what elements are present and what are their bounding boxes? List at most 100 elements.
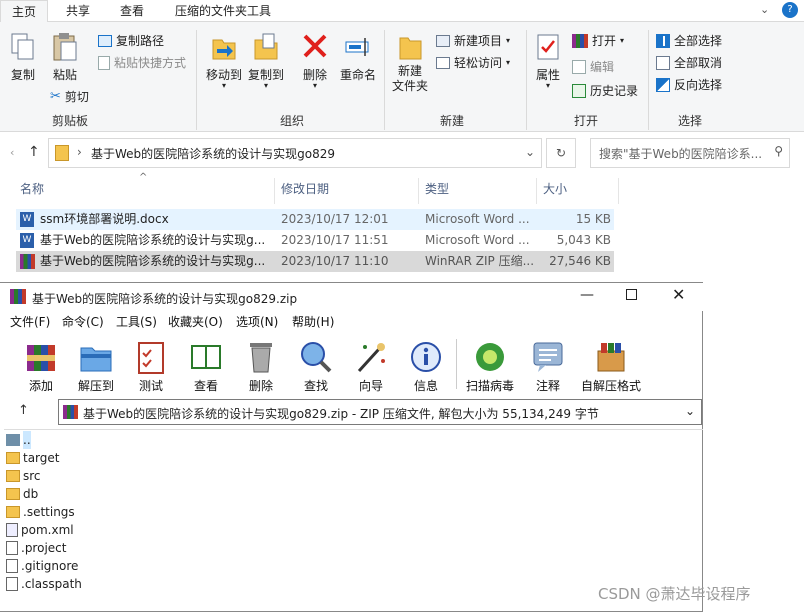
- ribbon-tabs: 主页 共享 查看 压缩的文件夹工具 ⌄ ?: [0, 0, 804, 23]
- search-input[interactable]: 搜索"基于Web的医院陪诊系... ⚲: [590, 138, 790, 168]
- organize-group-label: 组织: [279, 114, 304, 128]
- file-icon: [6, 559, 18, 573]
- archive-path-dropdown[interactable]: 基于Web的医院陪诊系统的设计与实现go829.zip - ZIP 压缩文件, …: [58, 399, 702, 425]
- list-item[interactable]: db: [6, 485, 38, 503]
- history-button[interactable]: 历史记录: [572, 82, 638, 99]
- up-arrow-icon[interactable]: ↑: [28, 144, 40, 160]
- view-book-icon: [191, 345, 221, 369]
- paste-shortcut-button[interactable]: 粘贴快捷方式: [98, 54, 186, 71]
- easy-access-button[interactable]: 轻松访问 ▾: [436, 54, 510, 71]
- select-none-button[interactable]: 全部取消: [656, 54, 722, 71]
- menu-help[interactable]: 帮助(H): [292, 313, 334, 330]
- back-arrow-icon[interactable]: ‹: [10, 146, 14, 159]
- column-size[interactable]: 大小: [543, 178, 567, 200]
- add-archive-icon: [27, 345, 55, 371]
- list-item[interactable]: ..: [6, 431, 31, 449]
- minimize-icon[interactable]: —: [580, 287, 594, 303]
- extract-to-button[interactable]: 解压到: [68, 339, 124, 394]
- column-name[interactable]: 名称: [20, 178, 44, 200]
- address-bar-area: ‹ ↑ › 基于Web的医院陪诊系统的设计与实现go829 ⌄ ↻ 搜索"基于W…: [0, 132, 804, 174]
- view-button[interactable]: 查看: [178, 339, 234, 394]
- divider: [618, 178, 619, 204]
- extract-folder-icon: [80, 347, 112, 372]
- menu-commands[interactable]: 命令(C): [62, 313, 104, 330]
- delete-archive-button[interactable]: 删除: [233, 339, 289, 394]
- tab-view[interactable]: 查看: [108, 0, 156, 22]
- info-icon: [411, 342, 441, 372]
- menu-favorites[interactable]: 收藏夹(O): [168, 313, 223, 330]
- divider: [648, 30, 649, 130]
- list-item[interactable]: .gitignore: [6, 557, 78, 575]
- new-folder-button[interactable]: 新建 文件夹: [390, 32, 430, 94]
- address-input[interactable]: › 基于Web的医院陪诊系统的设计与实现go829 ⌄: [48, 138, 542, 168]
- scan-virus-button[interactable]: 扫描病毒: [462, 339, 518, 394]
- divider: [536, 178, 537, 204]
- paste-button[interactable]: 粘贴: [48, 32, 82, 83]
- properties-button[interactable]: 属性 ▾: [530, 32, 566, 90]
- copy-path-icon: [98, 34, 112, 47]
- invert-selection-icon: [656, 77, 670, 92]
- wizard-button[interactable]: 向导: [343, 339, 399, 394]
- close-icon[interactable]: ✕: [672, 285, 685, 304]
- chevron-down-icon[interactable]: ⌄: [760, 3, 769, 16]
- sfx-box-icon: [597, 343, 625, 372]
- sort-arrow-icon: ^: [139, 172, 148, 183]
- test-button[interactable]: 测试: [123, 339, 179, 394]
- edit-button[interactable]: 编辑: [572, 58, 614, 75]
- parent-folder-icon: [6, 434, 20, 446]
- menu-tools[interactable]: 工具(S): [116, 313, 157, 330]
- delete-button[interactable]: 删除 ▾: [298, 32, 332, 90]
- select-all-icon: [656, 33, 670, 48]
- copy-to-button[interactable]: 复制到 ▾: [246, 32, 286, 90]
- divider: [274, 178, 275, 204]
- test-clipboard-icon: [138, 342, 164, 374]
- scissors-icon: ✂: [50, 89, 61, 104]
- list-item[interactable]: .settings: [6, 503, 75, 521]
- chevron-down-icon: ⌄: [684, 404, 695, 418]
- invert-selection-button[interactable]: 反向选择: [656, 76, 722, 93]
- winrar-icon: [63, 405, 78, 419]
- dropdown-chevron-icon[interactable]: ⌄: [525, 145, 535, 159]
- select-none-icon: [656, 55, 670, 70]
- tab-home[interactable]: 主页: [0, 0, 48, 23]
- column-date[interactable]: 修改日期: [281, 178, 329, 200]
- menu-file[interactable]: 文件(F): [10, 313, 50, 330]
- open-button[interactable]: 打开 ▾: [572, 32, 624, 49]
- tab-compressed-tools[interactable]: 压缩的文件夹工具: [164, 0, 282, 22]
- copy-path-button[interactable]: 复制路径: [98, 32, 164, 49]
- winrar-icon: [572, 33, 588, 48]
- list-item[interactable]: target: [6, 449, 60, 467]
- find-button[interactable]: 查找: [288, 339, 344, 394]
- move-to-button[interactable]: 移动到 ▾: [204, 32, 244, 90]
- breadcrumb-chevron-icon: ›: [77, 145, 82, 159]
- new-folder-icon: [399, 37, 422, 60]
- new-item-button[interactable]: 新建项目 ▾: [436, 32, 510, 49]
- comment-button[interactable]: 注释: [520, 339, 576, 394]
- info-button[interactable]: 信息: [398, 339, 454, 394]
- history-icon: [572, 83, 586, 98]
- tab-share[interactable]: 共享: [54, 0, 102, 22]
- maximize-icon[interactable]: [626, 289, 637, 300]
- up-arrow-icon[interactable]: ↑: [18, 403, 29, 418]
- rename-button[interactable]: 重命名: [336, 32, 380, 83]
- refresh-button[interactable]: ↻: [546, 138, 576, 168]
- list-item[interactable]: .classpath: [6, 575, 82, 593]
- menu-options[interactable]: 选项(N): [236, 313, 278, 330]
- list-item[interactable]: src: [6, 467, 41, 485]
- column-type[interactable]: 类型: [425, 178, 449, 200]
- add-button[interactable]: 添加: [13, 339, 69, 394]
- select-all-button[interactable]: 全部选择: [656, 32, 722, 49]
- help-icon[interactable]: ?: [782, 2, 798, 18]
- file-row[interactable]: W 基于Web的医院陪诊系统的设计与实现g... 2023/10/17 11:5…: [16, 230, 614, 251]
- list-item[interactable]: .project: [6, 539, 66, 557]
- cut-button[interactable]: ✂ 剪切: [50, 88, 89, 105]
- breadcrumb[interactable]: 基于Web的医院陪诊系统的设计与实现go829: [91, 145, 335, 162]
- file-row[interactable]: 基于Web的医院陪诊系统的设计与实现g... 2023/10/17 11:10 …: [16, 251, 614, 272]
- list-item[interactable]: pom.xml: [6, 521, 74, 539]
- word-doc-icon: W: [20, 233, 34, 248]
- folder-icon: [55, 145, 69, 161]
- copy-button[interactable]: 复制: [6, 32, 40, 83]
- file-row[interactable]: W ssm环境部署说明.docx 2023/10/17 12:01 Micros…: [16, 209, 614, 230]
- sfx-button[interactable]: 自解压格式: [578, 339, 644, 394]
- virus-scan-icon: [476, 343, 504, 371]
